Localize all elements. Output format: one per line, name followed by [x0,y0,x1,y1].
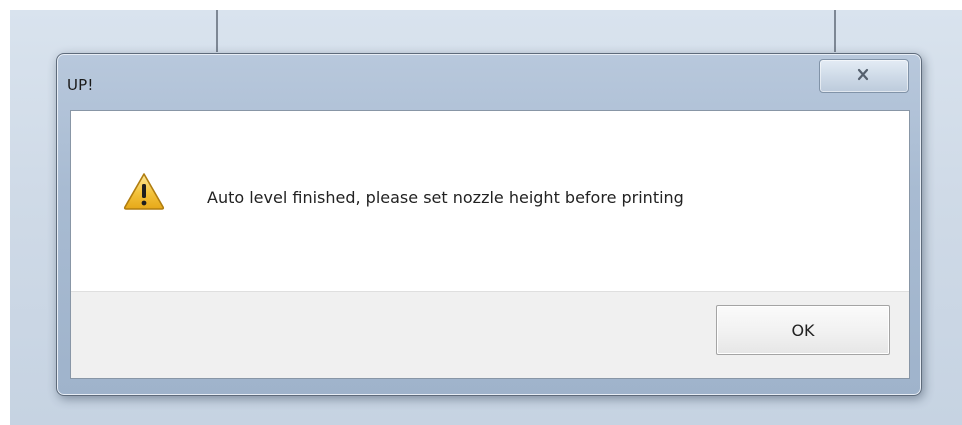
dialog-title: UP! [67,76,94,94]
background-window-edge [834,10,836,52]
close-icon [857,68,869,81]
background-window-edge [216,10,218,52]
ok-button[interactable]: OK [716,305,890,355]
close-button[interactable] [819,59,909,93]
warning-icon [123,173,165,210]
dialog-content: Auto level finished, please set nozzle h… [70,110,910,379]
message-text: Auto level finished, please set nozzle h… [207,188,684,207]
button-bar: OK [71,291,909,378]
message-area: Auto level finished, please set nozzle h… [71,111,909,291]
message-dialog: UP! Auto level finished, please set nozz… [56,53,922,396]
